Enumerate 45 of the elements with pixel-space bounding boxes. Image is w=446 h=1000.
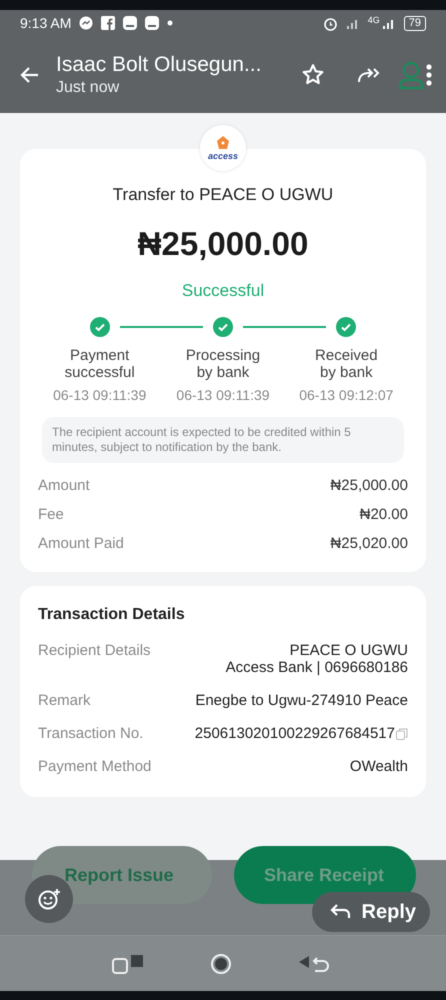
timestamp: Just now — [56, 78, 120, 96]
transfer-amount: ₦25,000.00 — [136, 225, 310, 263]
notification-icon — [123, 16, 138, 30]
detail-label: Remark — [38, 692, 91, 709]
messenger-icon — [79, 16, 94, 30]
person-icon — [398, 60, 424, 90]
detail-value: 250613020100229267684517 — [194, 725, 395, 742]
step-time: 06-13 09:11:39 — [176, 387, 270, 403]
step-time: 06-13 09:12:07 — [299, 387, 394, 403]
reply-button[interactable]: Reply — [312, 892, 430, 932]
signal-icon — [346, 17, 360, 29]
summary-value: ₦25,000.00 — [330, 477, 408, 494]
step-label: Processing by bank — [186, 347, 260, 381]
facebook-icon — [101, 16, 116, 30]
transfer-status: Successful — [180, 281, 266, 301]
dot-icon — [167, 20, 174, 26]
detail-label: Transaction No. — [38, 725, 144, 742]
battery-level: 79 — [404, 16, 426, 30]
detail-label: Recipient Details — [38, 642, 151, 659]
status-time: 9:13 AM — [20, 15, 72, 31]
summary-value: ₦25,020.00 — [330, 535, 408, 552]
summary-label: Amount — [38, 477, 90, 494]
menu-button[interactable] — [426, 64, 432, 86]
info-note: The recipient account is expected to be credited within 5 minutes, subject to notification by the bank. — [42, 417, 404, 463]
home-button[interactable] — [210, 952, 232, 974]
detail-value: PEACE O UGWU — [290, 642, 408, 659]
network-type: 4G — [368, 15, 380, 25]
emoji-icon — [37, 887, 61, 911]
alarm-icon — [322, 16, 338, 30]
summary-label: Fee — [38, 506, 64, 523]
detail-value: Access Bank | 0696680186 — [226, 659, 408, 676]
step-label: Payment successful — [64, 347, 135, 381]
summary-label: Amount Paid — [38, 535, 124, 552]
step-time: 06-13 09:11:39 — [53, 387, 146, 403]
detail-value: Enegbe to Ugwu-274910 Peace — [195, 692, 408, 709]
signal-icon — [382, 17, 396, 29]
chat-title: Isaac Bolt Olusegun... — [56, 52, 262, 76]
transfer-title: Transfer to PEACE O UGWU — [112, 185, 334, 205]
detail-value: OWealth — [350, 758, 408, 775]
notification-icon — [145, 16, 160, 30]
detail-label: Payment Method — [38, 758, 152, 775]
step-label: Received by bank — [315, 347, 378, 381]
summary-value: ₦20.00 — [360, 506, 408, 523]
section-title: Transaction Details — [38, 606, 186, 624]
bank-logo: access — [200, 125, 246, 171]
